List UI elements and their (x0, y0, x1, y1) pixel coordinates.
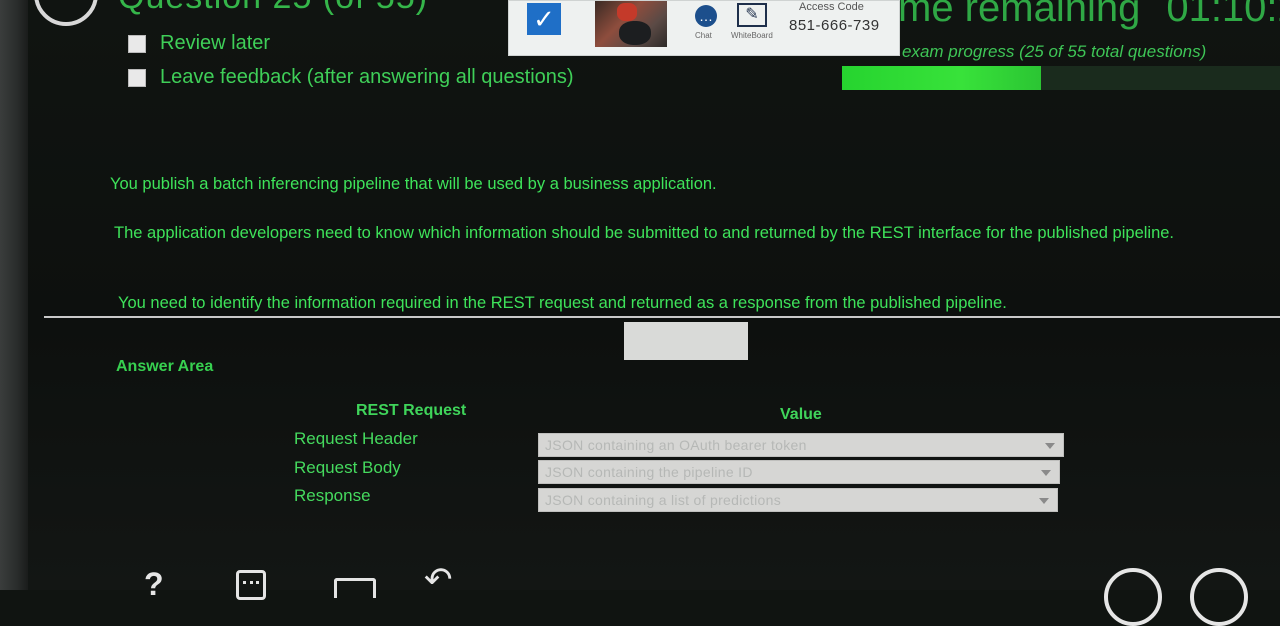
chevron-down-icon[interactable] (1041, 470, 1051, 476)
section-divider (44, 316, 1280, 318)
exam-progress-label: exam progress (25 of 55 total questions) (902, 42, 1207, 61)
access-code-label: Access Code (799, 1, 864, 13)
back-arrow-icon[interactable] (1104, 568, 1162, 626)
divider-tab (624, 322, 748, 360)
next-arrow-icon[interactable] (1190, 568, 1248, 626)
webcam-preview (595, 1, 667, 47)
request-body-label: Request Body (294, 458, 401, 477)
calculator-icon[interactable] (236, 570, 266, 600)
leave-feedback-checkbox[interactable] (128, 68, 146, 87)
response-value: JSON containing a list of predictions (545, 492, 781, 508)
chevron-down-icon[interactable] (1039, 498, 1049, 504)
value-header: Value (780, 406, 822, 423)
proctor-toolbar: ✓ … Chat ✎ WhiteBoard Access Code 851-66… (508, 0, 900, 56)
chevron-down-icon[interactable] (1045, 443, 1055, 449)
undo-icon[interactable]: ↶ (424, 560, 453, 600)
monitor-bezel (0, 0, 28, 590)
chat-label: Chat (695, 31, 712, 40)
review-later-checkbox[interactable] (128, 34, 146, 53)
exam-progress-bar (842, 66, 1280, 90)
rest-request-header: REST Request (356, 402, 467, 419)
review-later-label: Review later (160, 32, 271, 54)
question-paragraph-2: The application developers need to know … (114, 224, 1175, 242)
leave-feedback-row[interactable]: Leave feedback (after answering all ques… (128, 66, 574, 89)
whiteboard-label: WhiteBoard (731, 31, 773, 40)
leave-feedback-label: Leave feedback (after answering all ques… (160, 66, 574, 88)
exam-progress-fill (842, 66, 1042, 90)
chat-icon[interactable]: … (695, 5, 717, 27)
review-later-row[interactable]: Review later (128, 32, 270, 55)
request-header-label: Request Header (294, 429, 418, 448)
screen-icon[interactable] (334, 578, 376, 598)
request-body-value: JSON containing the pipeline ID (545, 464, 753, 480)
request-body-select[interactable]: JSON containing the pipeline ID (538, 460, 1060, 484)
time-remaining: me remaining 01:10:2 (898, 0, 1280, 31)
response-select[interactable]: JSON containing a list of predictions (538, 488, 1058, 512)
whiteboard-icon[interactable]: ✎ (737, 3, 767, 27)
time-remaining-value: 01:10:2 (1166, 0, 1280, 30)
question-title: Question 25 (of 55) (118, 0, 428, 17)
answer-area-title: Answer Area (116, 358, 214, 375)
check-icon[interactable]: ✓ (527, 3, 561, 35)
response-label: Response (294, 486, 371, 505)
question-mark-icon[interactable]: ? (144, 566, 164, 603)
time-remaining-label: me remaining (898, 0, 1141, 30)
request-header-select[interactable]: JSON containing an OAuth bearer token (538, 433, 1064, 457)
access-code-value: 851-666-739 (789, 17, 880, 34)
question-paragraph-1: You publish a batch inferencing pipeline… (110, 175, 717, 193)
question-paragraph-3: You need to identify the information req… (118, 294, 1007, 312)
top-nav-circle-icon[interactable] (34, 0, 98, 26)
request-header-value: JSON containing an OAuth bearer token (545, 437, 807, 453)
